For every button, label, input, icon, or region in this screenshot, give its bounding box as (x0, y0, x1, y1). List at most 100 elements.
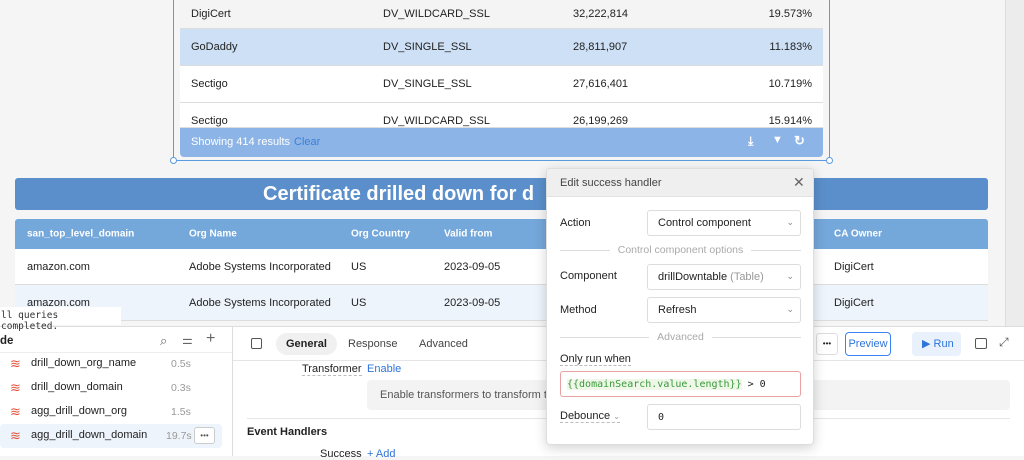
search-icon[interactable]: ⌕ (160, 333, 167, 349)
divider-label: Advanced (649, 331, 712, 343)
component-type: (Table) (730, 271, 764, 283)
only-run-when-label: Only run when (560, 353, 631, 366)
query-item[interactable]: ≋ drill_down_org_name 0.5s (0, 352, 222, 376)
table-row[interactable]: amazon.com Adobe Systems Incorporated US… (15, 249, 988, 285)
table-row[interactable]: Sectigo DV_SINGLE_SSL 27,616,401 10.719% (180, 66, 823, 103)
method-select[interactable]: Refresh ⌄ (647, 297, 801, 323)
table-row[interactable]: Sectigo DV_WILDCARD_SSL 26,199,269 15.91… (180, 103, 823, 128)
component-select[interactable]: drillDowntable (Table) ⌄ (647, 264, 801, 290)
only-run-when-input[interactable]: {{domainSearch.value.length}} > 0 (560, 371, 801, 397)
query-name: drill_down_domain (31, 381, 123, 393)
cell: 26,199,269 (573, 115, 629, 127)
component-label: Component (560, 270, 617, 282)
toggle-sidebar-icon[interactable] (251, 338, 262, 349)
preview-button[interactable]: Preview (845, 332, 891, 356)
query-item[interactable]: ≋ drill_down_domain 0.3s (0, 376, 222, 400)
method-label: Method (560, 304, 597, 316)
chevron-down-icon: ⌄ (786, 271, 794, 281)
debounce-text: Debounce (560, 410, 611, 422)
debounce-label[interactable]: Debounce ⌄ (560, 410, 620, 423)
cell: 19.573% (768, 8, 812, 20)
edit-success-handler-popover: Edit success handler ✕ Action Control co… (546, 168, 814, 445)
download-icon[interactable]: ⤓ (748, 134, 753, 149)
query-time: 19.7s (166, 430, 192, 442)
run-button[interactable]: ▶ Run (912, 332, 961, 356)
cell: DV_WILDCARD_SSL (383, 115, 490, 127)
cell: 32,222,814 (573, 8, 629, 20)
query-item-selected[interactable]: ≋ agg_drill_down_domain 19.7s ••• (0, 424, 222, 448)
divider (232, 326, 233, 456)
expand-icon[interactable]: ⤢ (999, 335, 1009, 350)
table-row[interactable]: DigiCert DV_WILDCARD_SSL 32,222,814 19.5… (180, 0, 823, 29)
cell: DV_SINGLE_SSL (383, 78, 472, 90)
column-header[interactable]: Org Country (351, 229, 410, 240)
event-handlers-heading: Event Handlers (247, 426, 328, 438)
cell: 27,616,401 (573, 78, 629, 90)
panel-toggle-icon[interactable] (975, 338, 987, 349)
add-query-icon[interactable]: + (206, 330, 215, 348)
query-name: agg_drill_down_org (31, 405, 128, 417)
table-footer: Showing 414 results Clear ⤓ ▼ ↻ (180, 128, 823, 157)
column-header[interactable]: san_top_level_domain (27, 229, 134, 240)
popover-header: Edit success handler ✕ (547, 169, 813, 197)
debounce-value: 0 (658, 412, 665, 423)
database-icon: ≋ (10, 404, 21, 419)
table-row[interactable]: GoDaddy DV_SINGLE_SSL 28,811,907 11.183% (180, 29, 823, 66)
cell: 2023-09-05 (444, 260, 501, 273)
cell: DigiCert (834, 296, 874, 309)
status-toast: ll queries completed. (0, 307, 121, 332)
component-value: drillDowntable (658, 271, 728, 283)
cell: 10.719% (768, 78, 812, 90)
cell: amazon.com (27, 260, 90, 273)
query-time: 1.5s (171, 406, 191, 418)
divider-label: Control component options (609, 244, 752, 256)
run-label: Run (933, 338, 954, 350)
database-icon: ≋ (10, 428, 21, 443)
results-count: Showing 414 results (191, 136, 291, 148)
close-icon[interactable]: ✕ (793, 174, 805, 191)
query-time: 0.3s (171, 382, 191, 394)
chevron-down-icon: ⌄ (613, 412, 620, 421)
action-value: Control component (658, 217, 751, 229)
cell: US (351, 296, 367, 309)
more-button[interactable]: ••• (816, 333, 838, 355)
database-icon: ≋ (10, 356, 21, 371)
resize-handle[interactable] (170, 157, 177, 164)
query-time: 0.5s (171, 358, 191, 370)
query-more-button[interactable]: ••• (194, 427, 215, 444)
drill-table-header: san_top_level_domain Org Name Org Countr… (15, 219, 988, 249)
query-name: agg_drill_down_domain (31, 429, 148, 441)
column-header[interactable]: Org Name (189, 229, 237, 240)
debounce-input[interactable]: 0 (647, 404, 801, 430)
cell: DigiCert (834, 260, 874, 273)
refresh-icon[interactable]: ↻ (794, 133, 805, 149)
column-header[interactable]: Valid from (444, 229, 492, 240)
cell: Adobe Systems Incorporated (189, 296, 331, 309)
query-item[interactable]: ≋ agg_drill_down_org 1.5s (0, 400, 222, 424)
column-header[interactable]: CA Owner (834, 229, 882, 240)
cell: 28,811,907 (573, 41, 628, 53)
filter-icon[interactable]: ▼ (772, 134, 783, 146)
add-handler-link[interactable]: + Add (367, 448, 395, 460)
action-select[interactable]: Control component ⌄ (647, 210, 801, 236)
transformer-label: Transformer (302, 363, 362, 376)
cell: DV_WILDCARD_SSL (383, 8, 490, 20)
tab-general[interactable]: General (276, 333, 337, 355)
canvas-scrollbar[interactable] (1005, 0, 1024, 326)
enable-transformer-link[interactable]: Enable (367, 363, 401, 375)
tab-advanced[interactable]: Advanced (409, 333, 478, 355)
cell: 11.183% (769, 41, 812, 53)
sliders-icon[interactable]: ⚌ (182, 333, 193, 347)
cell: Sectigo (191, 78, 228, 90)
table-row[interactable]: amazon.com Adobe Systems Incorporated US… (15, 285, 988, 321)
clear-filter-link[interactable]: Clear (294, 136, 320, 148)
tab-response[interactable]: Response (338, 333, 408, 355)
expression-rest: > 0 (741, 379, 766, 390)
database-icon: ≋ (10, 380, 21, 395)
resize-handle[interactable] (826, 157, 833, 164)
query-name: drill_down_org_name (31, 357, 137, 369)
cell: US (351, 260, 367, 273)
cell: 2023-09-05 (444, 296, 501, 309)
banner-title: Certificate drilled down for d (263, 183, 535, 205)
cell: GoDaddy (191, 41, 238, 53)
